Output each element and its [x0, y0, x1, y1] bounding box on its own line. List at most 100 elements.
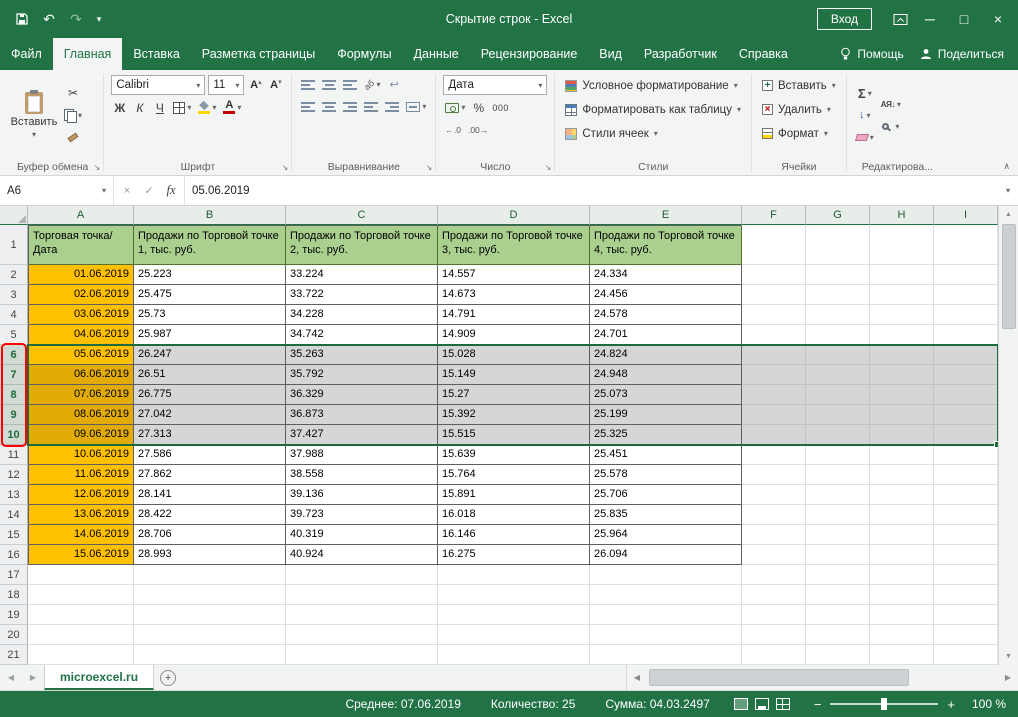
cell-H7[interactable]	[870, 365, 934, 385]
zoom-slider[interactable]	[830, 703, 938, 705]
cell-G2[interactable]	[806, 265, 870, 285]
row-header-21[interactable]: 21	[0, 645, 28, 665]
cell-B12[interactable]: 27.862	[134, 465, 286, 485]
row-header-1[interactable]: 1	[0, 225, 28, 265]
cell-G15[interactable]	[806, 525, 870, 545]
cell-F6[interactable]	[742, 345, 806, 365]
number-format-select[interactable]: Дата▾	[443, 75, 547, 95]
cell-E9[interactable]: 25.199	[590, 405, 742, 425]
cell-C12[interactable]: 38.558	[286, 465, 438, 485]
orientation-button[interactable]: аб▾	[362, 75, 382, 94]
cell-B7[interactable]: 26.51	[134, 365, 286, 385]
cell-D4[interactable]: 14.791	[438, 305, 590, 325]
undo-button[interactable]: ↶	[37, 6, 61, 32]
cell-C8[interactable]: 36.329	[286, 385, 438, 405]
clear-button[interactable]: ▾	[854, 128, 876, 147]
cell-F12[interactable]	[742, 465, 806, 485]
accounting-format-button[interactable]: ▾	[443, 98, 467, 117]
sign-in-button[interactable]: Вход	[817, 8, 872, 30]
row-header-10[interactable]: 10	[0, 425, 28, 445]
cell-D20[interactable]	[438, 625, 590, 645]
cell-A17[interactable]	[28, 565, 134, 585]
cell-C6[interactable]: 35.263	[286, 345, 438, 365]
cell-H14[interactable]	[870, 505, 934, 525]
vertical-scroll-thumb[interactable]	[1002, 224, 1016, 329]
cell-H9[interactable]	[870, 405, 934, 425]
tab-8[interactable]: Разработчик	[633, 38, 728, 70]
cell-A7[interactable]: 06.06.2019	[28, 365, 134, 385]
cell-D21[interactable]	[438, 645, 590, 665]
cell-A20[interactable]	[28, 625, 134, 645]
cell-A10[interactable]: 09.06.2019	[28, 425, 134, 445]
align-left-button[interactable]	[299, 97, 317, 116]
cell-D12[interactable]: 15.764	[438, 465, 590, 485]
font-dialog-launcher[interactable]: ↘	[282, 163, 289, 172]
ribbon-display-options-icon[interactable]	[888, 6, 912, 32]
cell-H5[interactable]	[870, 325, 934, 345]
horizontal-scrollbar[interactable]: ◀ ▶	[626, 665, 1018, 690]
cell-A3[interactable]: 02.06.2019	[28, 285, 134, 305]
cell-I20[interactable]	[934, 625, 998, 645]
cell-D6[interactable]: 15.028	[438, 345, 590, 365]
decrease-decimal-button[interactable]: .00→	[466, 120, 490, 139]
cell-E17[interactable]	[590, 565, 742, 585]
cell-H3[interactable]	[870, 285, 934, 305]
delete-cells-button[interactable]: Удалить▾	[759, 99, 839, 120]
zoom-slider-thumb[interactable]	[881, 698, 887, 710]
cell-G13[interactable]	[806, 485, 870, 505]
cell-B5[interactable]: 25.987	[134, 325, 286, 345]
underline-button[interactable]: Ч	[151, 98, 168, 117]
cell-F19[interactable]	[742, 605, 806, 625]
cell-I10[interactable]	[934, 425, 998, 445]
cell-D15[interactable]: 16.146	[438, 525, 590, 545]
align-bottom-button[interactable]	[341, 75, 359, 94]
cell-B2[interactable]: 25.223	[134, 265, 286, 285]
tab-3[interactable]: Разметка страницы	[191, 38, 326, 70]
cell-B15[interactable]: 28.706	[134, 525, 286, 545]
cell-C14[interactable]: 39.723	[286, 505, 438, 525]
cell-D8[interactable]: 15.27	[438, 385, 590, 405]
cell-A14[interactable]: 13.06.2019	[28, 505, 134, 525]
cell-E11[interactable]: 25.451	[590, 445, 742, 465]
sheet-tab-microexcel[interactable]: microexcel.ru	[44, 665, 154, 690]
cell-H10[interactable]	[870, 425, 934, 445]
cell-A12[interactable]: 11.06.2019	[28, 465, 134, 485]
sort-filter-button[interactable]: АЯ↓▾	[879, 95, 903, 114]
paste-dropdown-arrow[interactable]: ▾	[32, 130, 36, 139]
scroll-down-button[interactable]: ▼	[999, 648, 1018, 665]
tab-6[interactable]: Рецензирование	[470, 38, 589, 70]
cell-A11[interactable]: 10.06.2019	[28, 445, 134, 465]
cell-G11[interactable]	[806, 445, 870, 465]
close-button[interactable]: ×	[982, 6, 1014, 32]
tab-1[interactable]: Главная	[53, 38, 123, 70]
cell-E20[interactable]	[590, 625, 742, 645]
wrap-text-button[interactable]: ↩	[386, 75, 403, 94]
cell-C13[interactable]: 39.136	[286, 485, 438, 505]
cell-G14[interactable]	[806, 505, 870, 525]
cell-F17[interactable]	[742, 565, 806, 585]
format-cells-button[interactable]: Формат▾	[759, 123, 839, 144]
cell-H6[interactable]	[870, 345, 934, 365]
row-header-4[interactable]: 4	[0, 305, 28, 325]
cell-E16[interactable]: 26.094	[590, 545, 742, 565]
cell-H8[interactable]	[870, 385, 934, 405]
cell-F5[interactable]	[742, 325, 806, 345]
cell-B20[interactable]	[134, 625, 286, 645]
align-middle-button[interactable]	[320, 75, 338, 94]
cell-H19[interactable]	[870, 605, 934, 625]
cell-G4[interactable]	[806, 305, 870, 325]
cell-B18[interactable]	[134, 585, 286, 605]
zoom-in-button[interactable]: +	[947, 697, 955, 712]
vertical-scrollbar[interactable]: ▲ ▼	[998, 206, 1018, 665]
cell-G9[interactable]	[806, 405, 870, 425]
clipboard-dialog-launcher[interactable]: ↘	[94, 163, 101, 172]
cell-I1[interactable]	[934, 225, 998, 265]
cell-H12[interactable]	[870, 465, 934, 485]
row-header-18[interactable]: 18	[0, 585, 28, 605]
percent-style-button[interactable]: %	[470, 98, 487, 117]
cell-C2[interactable]: 33.224	[286, 265, 438, 285]
cell-F11[interactable]	[742, 445, 806, 465]
cell-D14[interactable]: 16.018	[438, 505, 590, 525]
increase-decimal-button[interactable]: ←.0	[443, 120, 463, 139]
number-dialog-launcher[interactable]: ↘	[545, 163, 552, 172]
